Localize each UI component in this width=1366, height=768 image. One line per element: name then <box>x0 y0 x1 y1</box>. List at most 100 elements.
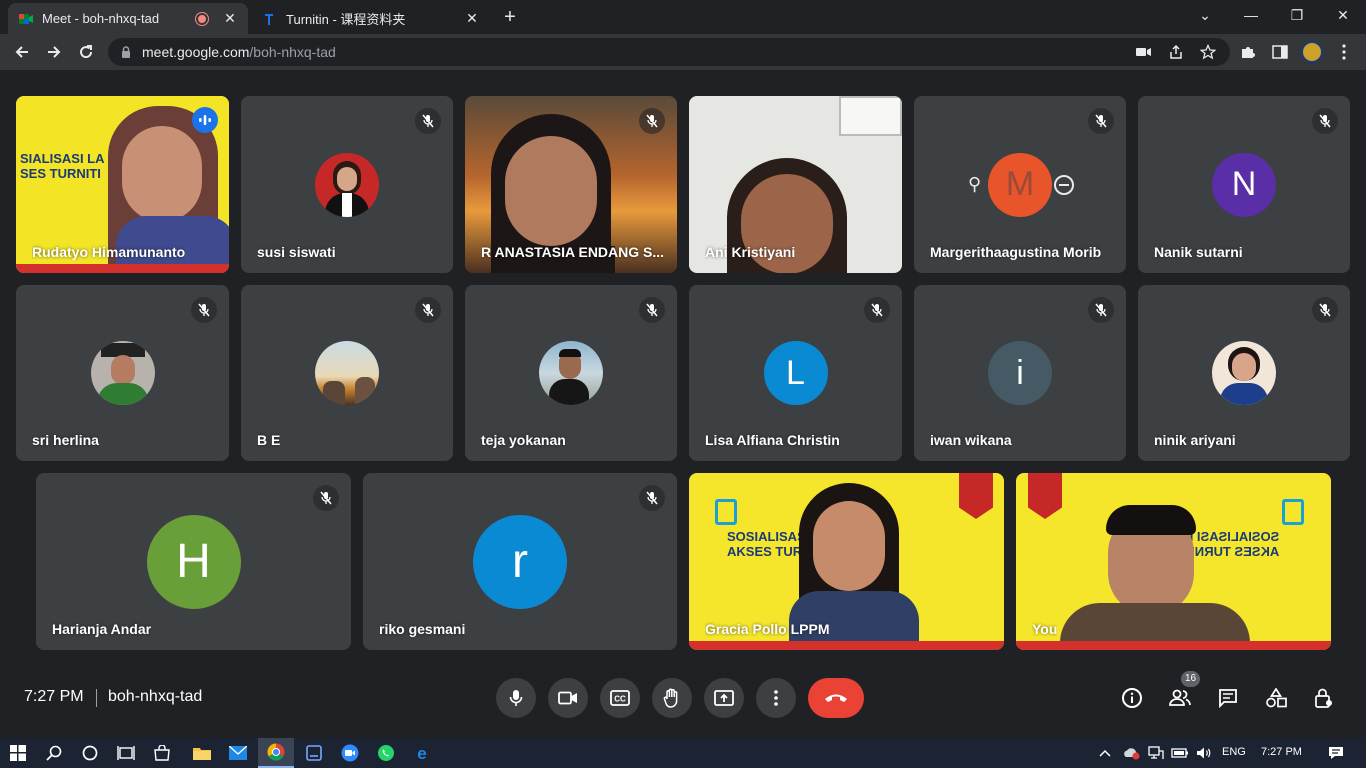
tab-turnitin[interactable]: Turnitin - 课程资料夹 ✕ <box>252 3 490 34</box>
store-icon[interactable] <box>144 738 180 768</box>
participant-name: Gracia Pollo LPPM <box>705 621 830 637</box>
participant-tile[interactable]: N Nanik sutarni <box>1138 96 1350 273</box>
raise-hand-button[interactable] <box>652 678 692 718</box>
maximize-button[interactable]: ❐ <box>1274 0 1320 30</box>
participant-tile[interactable]: r riko gesmani <box>363 473 677 650</box>
share-icon[interactable] <box>1166 42 1186 62</box>
windows-start-icon[interactable] <box>0 738 36 768</box>
banner-text: SIALISASI LA SES TURNITI <box>20 151 105 181</box>
chevron-up-icon[interactable] <box>1090 738 1120 768</box>
search-icon[interactable] <box>36 738 72 768</box>
notifications-icon[interactable] <box>1318 738 1354 768</box>
participant-tile[interactable]: Ani Kristiyani <box>689 96 902 273</box>
battery-icon[interactable] <box>1168 738 1192 768</box>
camera-button[interactable] <box>548 678 588 718</box>
mail-icon[interactable] <box>220 738 256 768</box>
tab-strip: Meet - boh-nhxq-tad ✕ Turnitin - 课程资料夹 ✕… <box>0 0 1366 34</box>
edge-icon[interactable]: e <box>404 738 440 768</box>
address-bar[interactable]: meet.google.com /boh-nhxq-tad <box>108 38 1230 66</box>
meeting-details-button[interactable] <box>1118 684 1146 712</box>
zoom-icon[interactable] <box>332 738 368 768</box>
people-icon <box>1169 689 1191 706</box>
host-controls-button[interactable] <box>1310 684 1338 712</box>
hand-icon <box>663 688 678 708</box>
svg-text:CC: CC <box>614 695 626 704</box>
turnitin-icon <box>265 13 273 25</box>
app-icon[interactable] <box>296 738 332 768</box>
remove-icon[interactable] <box>1054 175 1074 195</box>
participant-tile[interactable]: SIALISASI LA SES TURNITI Rudatyo Himamuna… <box>16 96 229 273</box>
participant-tile[interactable]: L Lisa Alfiana Christin <box>689 285 902 461</box>
captions-button[interactable]: CC <box>600 678 640 718</box>
avatar: L <box>763 341 828 405</box>
lock-icon <box>122 46 130 58</box>
participant-tile[interactable]: ninik ariyani <box>1138 285 1350 461</box>
tab-meet[interactable]: Meet - boh-nhxq-tad ✕ <box>8 3 248 34</box>
avatar <box>90 341 155 405</box>
participant-tile[interactable]: teja yokanan <box>465 285 677 461</box>
participant-name: Rudatyo Himamunanto <box>32 244 186 260</box>
speaking-indicator-icon <box>192 107 218 133</box>
participant-name: B E <box>257 432 281 448</box>
language-indicator[interactable]: ENG <box>1222 746 1246 758</box>
camera-in-use-icon[interactable] <box>1134 42 1154 62</box>
leave-call-button[interactable] <box>808 678 864 718</box>
tab-search-button[interactable]: ⌄ <box>1182 0 1228 30</box>
chat-button[interactable] <box>1214 684 1242 712</box>
bookmark-star-icon[interactable] <box>1198 42 1218 62</box>
present-screen-button[interactable] <box>704 678 744 718</box>
mic-off-icon <box>313 485 339 511</box>
participant-tile[interactable]: M ⚲ Margerithaagustina Morib <box>914 96 1126 273</box>
mic-off-icon <box>1088 297 1114 323</box>
side-panel-button[interactable] <box>1266 38 1294 66</box>
recording-indicator-icon <box>196 12 208 25</box>
forward-button[interactable] <box>40 38 68 66</box>
profile-avatar[interactable] <box>1298 38 1326 66</box>
tab-title: Turnitin - 课程资料夹 <box>286 12 406 27</box>
url-host: meet.google.com <box>142 44 250 60</box>
participant-tile[interactable]: R ANASTASIA ENDANG S... <box>465 96 677 273</box>
participant-tile[interactable]: B E <box>241 285 453 461</box>
back-button[interactable] <box>8 38 36 66</box>
pin-icon[interactable]: ⚲ <box>968 174 981 195</box>
people-button[interactable] <box>1166 684 1194 712</box>
chrome-menu-button[interactable] <box>1330 38 1358 66</box>
chrome-icon[interactable] <box>258 738 294 768</box>
avatar <box>539 341 603 405</box>
task-view-icon[interactable] <box>108 738 144 768</box>
activities-button[interactable] <box>1262 684 1290 712</box>
svg-text:e: e <box>417 744 426 762</box>
info-icon <box>1122 688 1142 708</box>
file-explorer-icon[interactable] <box>184 738 220 768</box>
chat-icon <box>1219 689 1237 708</box>
network-icon[interactable] <box>1144 738 1168 768</box>
volume-icon[interactable] <box>1192 738 1216 768</box>
participant-tile[interactable]: H Harianja Andar <box>36 473 351 650</box>
minimize-button[interactable]: — <box>1228 0 1274 30</box>
microphone-button[interactable] <box>496 678 536 718</box>
avatar: r <box>473 514 567 609</box>
cortana-icon[interactable] <box>72 738 108 768</box>
taskbar-clock[interactable]: 7:27 PM <box>1261 746 1302 758</box>
participant-name: iwan wikana <box>930 432 1012 448</box>
more-options-button[interactable] <box>756 678 796 718</box>
cloud-sync-icon[interactable] <box>1118 738 1144 768</box>
whatsapp-icon[interactable] <box>368 738 404 768</box>
avatar <box>315 341 379 405</box>
participant-count-badge: 16 <box>1181 671 1200 687</box>
extensions-button[interactable] <box>1234 38 1262 66</box>
participant-name: sri herlina <box>32 432 99 448</box>
participant-tile[interactable]: SOSIALISAS AKSES TUR Gracia Pollo LPPM <box>689 473 1004 650</box>
participant-tile[interactable]: susi siswati <box>241 96 453 273</box>
participant-tile[interactable]: SOSIALISASI LA AKSES TURNITI You <box>1016 473 1331 650</box>
participant-tile[interactable]: sri herlina <box>16 285 229 461</box>
close-tab-icon[interactable]: ✕ <box>222 10 238 27</box>
participant-tile[interactable]: i iwan wikana <box>914 285 1126 461</box>
new-tab-button[interactable]: + <box>498 5 522 29</box>
reload-button[interactable] <box>72 38 100 66</box>
participant-name: ninik ariyani <box>1154 432 1236 448</box>
url-path: /boh-nhxq-tad <box>249 44 336 60</box>
avatar <box>1212 341 1276 405</box>
close-tab-icon[interactable]: ✕ <box>464 10 480 27</box>
close-window-button[interactable]: ✕ <box>1320 0 1366 30</box>
